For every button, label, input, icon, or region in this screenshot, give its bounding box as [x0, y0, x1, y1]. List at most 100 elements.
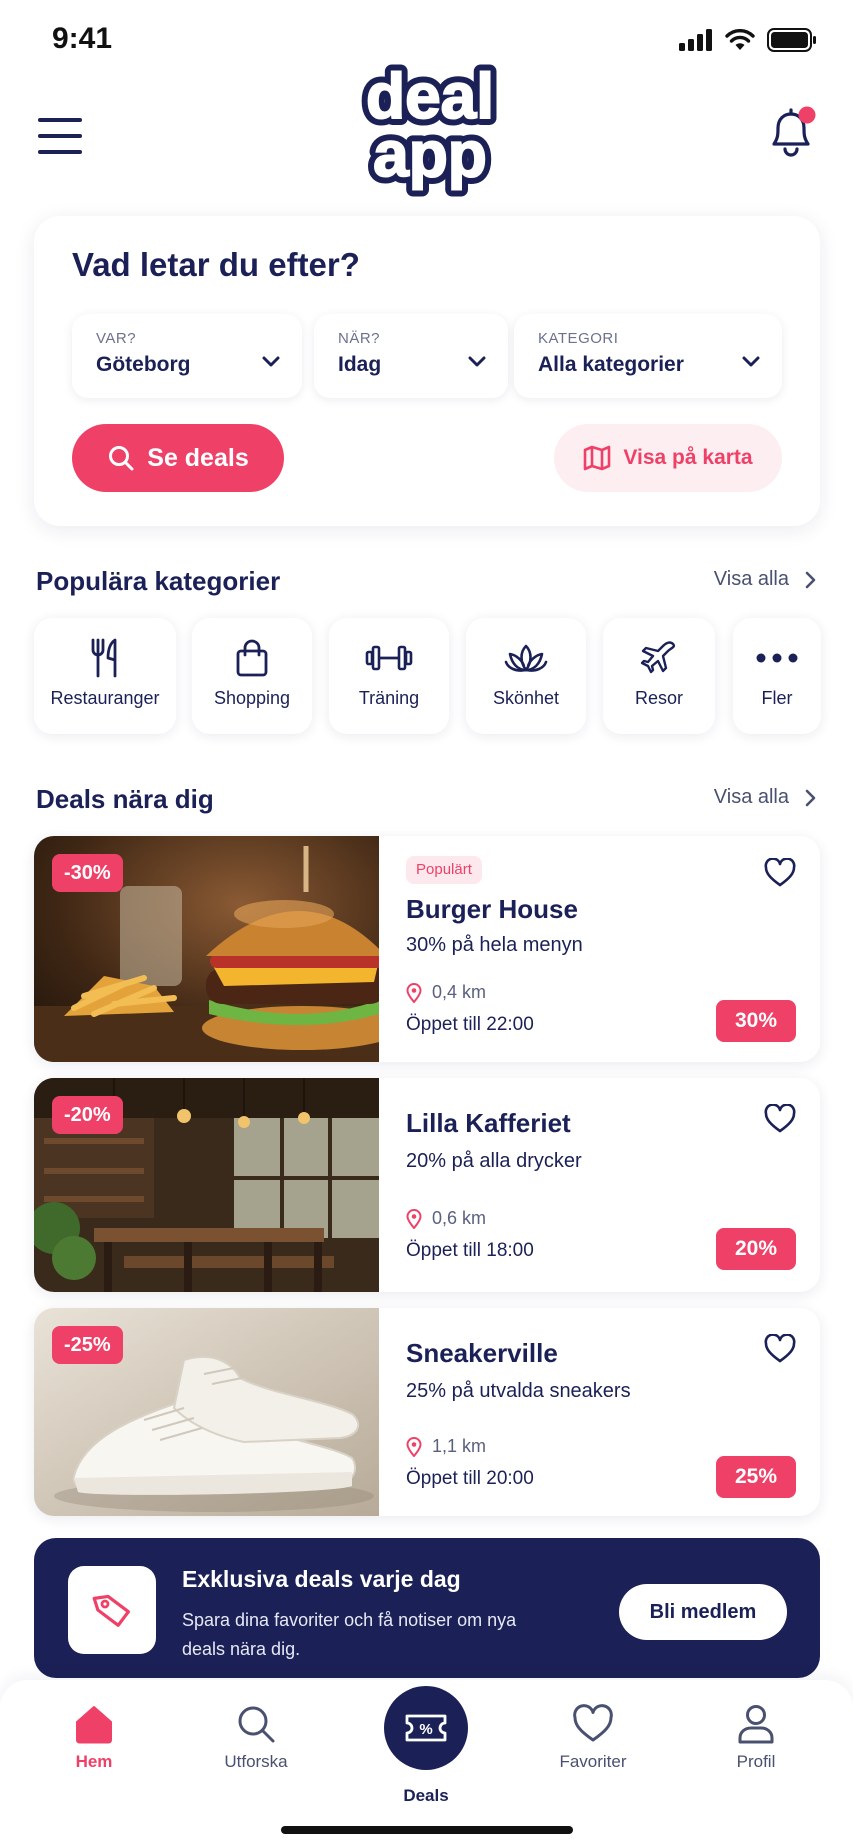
deal-card-sneakerville[interactable]: -25% Sneakerville 25% på utvalda sneaker… [34, 1308, 820, 1516]
deal-card-lilla-kafferiet[interactable]: -20% Lilla Kafferiet 20% på alla drycker… [34, 1078, 820, 1292]
search-card: Vad letar du efter? VAR? Göteborg NÄR? I… [34, 216, 820, 526]
category-label: Restauranger [50, 688, 160, 708]
shopping-bag-icon [236, 639, 268, 677]
show-on-map-button[interactable]: Visa på karta [554, 424, 782, 492]
nav-explore[interactable]: Utforska [196, 1704, 316, 1772]
sneakers-photo: -25% [34, 1308, 379, 1516]
category-label: Skönhet [492, 688, 560, 708]
chevron-down-icon [468, 356, 486, 367]
chevron-right-icon [805, 789, 816, 806]
categories-see-all-label: Visa alla [713, 568, 789, 590]
show-on-map-label: Visa på karta [623, 446, 753, 469]
discount-pill: 30% [716, 1000, 796, 1042]
date-label: NÄR? [338, 330, 381, 347]
menu-button[interactable] [38, 118, 82, 154]
distance-value: 1,1 km [432, 1436, 487, 1456]
deals-see-all-link[interactable]: Visa alla [714, 786, 817, 809]
deal-distance: 1,1 km [406, 1436, 486, 1457]
wifi-icon [725, 29, 755, 50]
map-icon [584, 445, 611, 471]
more-icon [756, 653, 798, 663]
notification-bell-icon[interactable] [766, 104, 818, 162]
status-icons [679, 28, 817, 52]
category-shopping[interactable]: Shopping [192, 618, 312, 734]
deal-card-burger-house[interactable]: -30% Populärt Burger House 30% på hela m… [34, 836, 820, 1062]
burger-photo: -30% [34, 836, 379, 1062]
category-label: Träning [358, 688, 420, 708]
categories-see-all-link[interactable]: Visa alla [714, 568, 817, 591]
deal-name: Burger House [406, 894, 578, 924]
nav-profile[interactable]: Profil [696, 1704, 816, 1772]
heart-icon[interactable] [764, 858, 796, 888]
category-resor[interactable]: Resor [603, 618, 715, 734]
heart-icon[interactable] [764, 1334, 796, 1364]
home-icon [76, 1706, 112, 1744]
status-time: 9:41 [52, 22, 113, 55]
logo-word-2: app [373, 118, 487, 190]
nav-label: Utforska [224, 1752, 288, 1771]
category-restauranger[interactable]: Restauranger [34, 618, 176, 734]
menu-line [38, 118, 82, 122]
discount-badge: -25% [52, 1326, 123, 1364]
date-select[interactable]: NÄR? Idag [314, 314, 508, 398]
svg-text:%: % [419, 1721, 432, 1738]
deal-name: Sneakerville [406, 1338, 558, 1368]
category-label: Resor [634, 688, 683, 708]
deals-see-all-label: Visa alla [713, 786, 789, 808]
nav-deals-label: Deals [403, 1786, 449, 1805]
deal-hours: Öppet till 20:00 [406, 1468, 534, 1489]
deal-offer: 20% på alla drycker [406, 1150, 582, 1172]
notification-dot [798, 106, 816, 124]
user-icon [738, 1705, 774, 1744]
discount-pill: 25% [716, 1456, 796, 1498]
search-icon [238, 1706, 275, 1743]
category-traning[interactable]: Träning [329, 618, 449, 734]
category-select[interactable]: KATEGORI Alla kategorier [514, 314, 782, 398]
location-label: VAR? [96, 330, 137, 347]
become-member-button[interactable]: Bli medlem [619, 1584, 787, 1640]
menu-line [38, 150, 82, 154]
nav-label: Favoriter [559, 1752, 627, 1771]
dumbbell-icon [365, 645, 413, 671]
battery-icon [767, 28, 816, 52]
popular-tag: Populärt [406, 856, 482, 884]
banner-icon-box [68, 1566, 156, 1654]
category-value: Alla kategorier [538, 353, 684, 376]
search-title: Vad letar du efter? [72, 246, 360, 283]
category-fler[interactable]: Fler [733, 618, 821, 734]
location-pin-icon [406, 982, 422, 1003]
location-select[interactable]: VAR? Göteborg [72, 314, 302, 398]
banner-text: Spara dina favoriter och få notiser om n… [182, 1610, 517, 1659]
heart-icon [573, 1704, 613, 1742]
airplane-icon [640, 641, 676, 674]
chevron-down-icon [742, 356, 760, 367]
deal-hours: Öppet till 18:00 [406, 1240, 534, 1261]
deal-name: Lilla Kafferiet [406, 1108, 571, 1138]
nav-deals[interactable]: % [384, 1686, 468, 1770]
category-label: Fler [761, 688, 793, 708]
heart-icon[interactable] [764, 1104, 796, 1134]
chevron-down-icon [262, 356, 280, 367]
membership-banner: Exklusiva deals varje dag Spara dina fav… [34, 1538, 820, 1678]
distance-value: 0,6 km [432, 1208, 487, 1228]
category-label: Shopping [213, 688, 291, 708]
category-skonhet[interactable]: Skönhet [466, 618, 586, 734]
deal-offer: 25% på utvalda sneakers [406, 1380, 631, 1402]
nav-home[interactable]: Hem [34, 1704, 154, 1772]
date-value: Idag [338, 353, 382, 376]
discount-badge: -20% [52, 1096, 123, 1134]
see-deals-button[interactable]: Se deals [72, 424, 284, 492]
menu-line [38, 134, 82, 138]
signal-icon [679, 29, 712, 51]
see-deals-label: Se deals [147, 443, 249, 472]
fork-knife-icon [91, 638, 117, 678]
nav-favorites[interactable]: Favoriter [533, 1704, 653, 1772]
location-value: Göteborg [96, 353, 191, 376]
location-pin-icon [406, 1208, 422, 1229]
deals-title: Deals nära dig [36, 784, 214, 814]
deal-info: Populärt Burger House 30% på hela menyn … [406, 836, 820, 1062]
discount-pill: 20% [716, 1228, 796, 1270]
banner-title: Exklusiva deals varje dag [182, 1566, 461, 1592]
bottom-navigation: Hem Utforska % Deals Favoriter Profil [0, 1680, 853, 1844]
category-label: KATEGORI [538, 330, 619, 347]
